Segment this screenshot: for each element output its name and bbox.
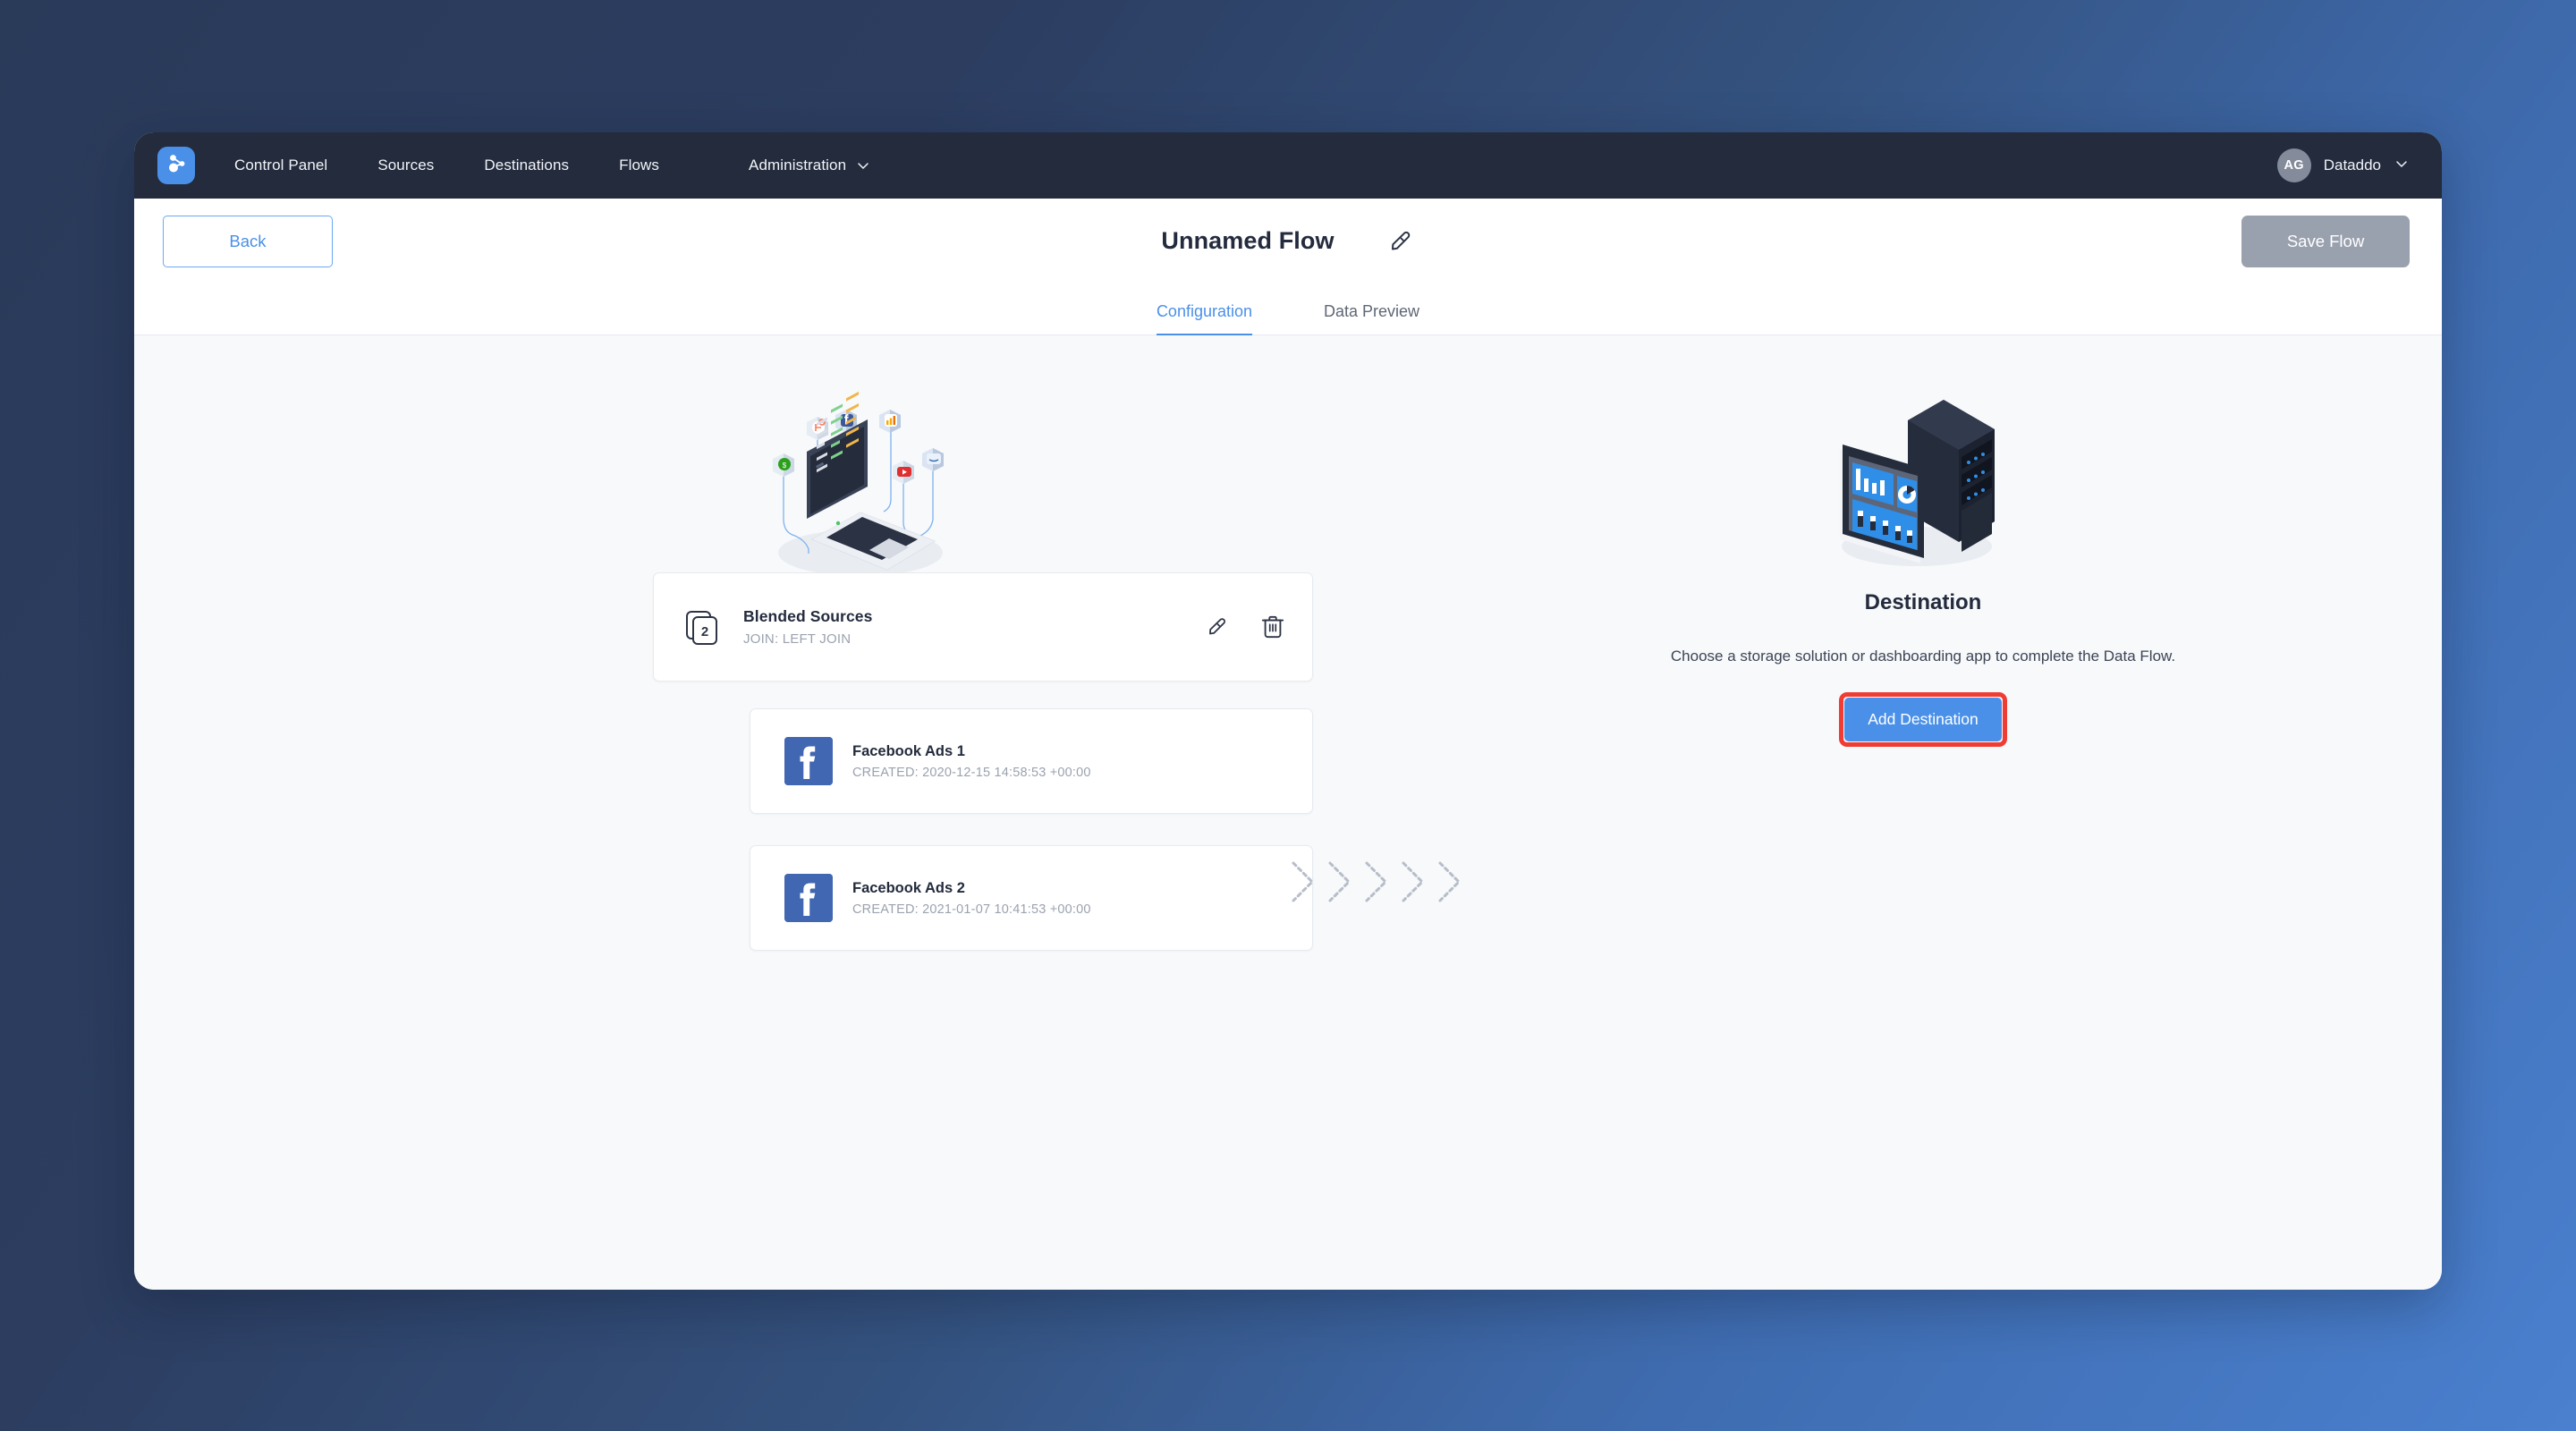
nav-item-destinations[interactable]: Destinations	[484, 157, 569, 174]
nav-item-control-panel[interactable]: Control Panel	[234, 157, 327, 174]
blended-sources-title: Blended Sources	[743, 607, 873, 625]
tab-bar: Configuration Data Preview	[134, 284, 2442, 336]
source-created: CREATED: 2021-01-07 10:41:53 +00:00	[852, 902, 1091, 917]
destination-column: Destination Choose a storage solution or…	[1601, 335, 2245, 747]
chevron-down-icon[interactable]	[2394, 156, 2410, 176]
nav-links: Control Panel Sources Destinations Flows…	[234, 157, 871, 174]
destination-heading: Destination	[1864, 590, 1982, 614]
source-title: Facebook Ads 1	[852, 742, 965, 759]
page-title: Unnamed Flow	[1161, 227, 1335, 254]
chevron-right-dashed-icon	[1288, 859, 1320, 910]
tab-configuration[interactable]: Configuration	[1156, 302, 1253, 336]
pencil-icon[interactable]	[1385, 226, 1415, 257]
app-window: Control Panel Sources Destinations Flows…	[134, 132, 2442, 1290]
account-menu[interactable]: AG Dataddo	[2276, 132, 2410, 199]
source-card[interactable]: Facebook Ads 2 CREATED: 2021-01-07 10:41…	[750, 845, 1313, 951]
stacked-cards-icon: 2	[682, 607, 722, 647]
flow-title-group: Unnamed Flow	[134, 226, 2442, 257]
tab-data-preview[interactable]: Data Preview	[1324, 302, 1419, 336]
facebook-icon	[784, 874, 833, 922]
chevron-right-dashed-icon	[1398, 859, 1430, 910]
add-destination-highlight: Add Destination	[1839, 692, 2007, 747]
blended-sources-text: Blended Sources JOIN: LEFT JOIN	[743, 607, 1203, 647]
svg-text:2: 2	[701, 624, 708, 639]
share-nodes-icon	[165, 152, 188, 180]
blended-sources-actions	[1203, 614, 1285, 640]
source-text: Facebook Ads 2 CREATED: 2021-01-07 10:41…	[852, 880, 1091, 917]
chevron-right-dashed-icon	[1435, 859, 1467, 910]
flow-header-bar: Back Unnamed Flow Save Flow	[134, 199, 2442, 284]
chevron-down-icon[interactable]	[855, 157, 871, 174]
app-logo[interactable]	[157, 147, 195, 184]
save-flow-button[interactable]: Save Flow	[2241, 215, 2410, 267]
pencil-icon[interactable]	[1203, 614, 1230, 640]
facebook-icon	[784, 737, 833, 785]
nav-item-administration[interactable]: Administration	[749, 157, 846, 174]
trash-icon[interactable]	[1260, 614, 1285, 640]
account-name: Dataddo	[2323, 157, 2381, 174]
add-destination-button[interactable]: Add Destination	[1844, 698, 2002, 741]
chevron-right-dashed-icon	[1325, 859, 1357, 910]
back-button[interactable]: Back	[163, 215, 333, 267]
blended-sources-join: JOIN: LEFT JOIN	[743, 631, 852, 647]
chevron-right-dashed-icon	[1361, 859, 1394, 910]
destination-description: Choose a storage solution or dashboardin…	[1670, 648, 2176, 665]
source-title: Facebook Ads 2	[852, 879, 965, 896]
avatar: AG	[2276, 148, 2311, 182]
laptop-with-connected-app-icons-illustration: $	[742, 380, 975, 586]
server-rack-and-dashboard-tablet-illustration	[1811, 380, 2035, 572]
top-navigation-bar: Control Panel Sources Destinations Flows…	[134, 132, 2442, 199]
flow-direction-arrows	[1288, 859, 1467, 910]
source-text: Facebook Ads 1 CREATED: 2020-12-15 14:58…	[852, 743, 1091, 780]
flow-configuration-canvas: $ 2 Blended Sources JOIN: LEFT JOIN Face…	[134, 335, 2442, 1290]
nav-item-flows[interactable]: Flows	[619, 157, 659, 174]
sources-column: $ 2 Blended Sources JOIN: LEFT JOIN Face…	[519, 335, 1313, 951]
blended-sources-card[interactable]: 2 Blended Sources JOIN: LEFT JOIN	[653, 572, 1313, 682]
nav-item-sources[interactable]: Sources	[377, 157, 434, 174]
svg-text:$: $	[783, 461, 787, 470]
source-created: CREATED: 2020-12-15 14:58:53 +00:00	[852, 765, 1091, 780]
source-card[interactable]: Facebook Ads 1 CREATED: 2020-12-15 14:58…	[750, 708, 1313, 814]
